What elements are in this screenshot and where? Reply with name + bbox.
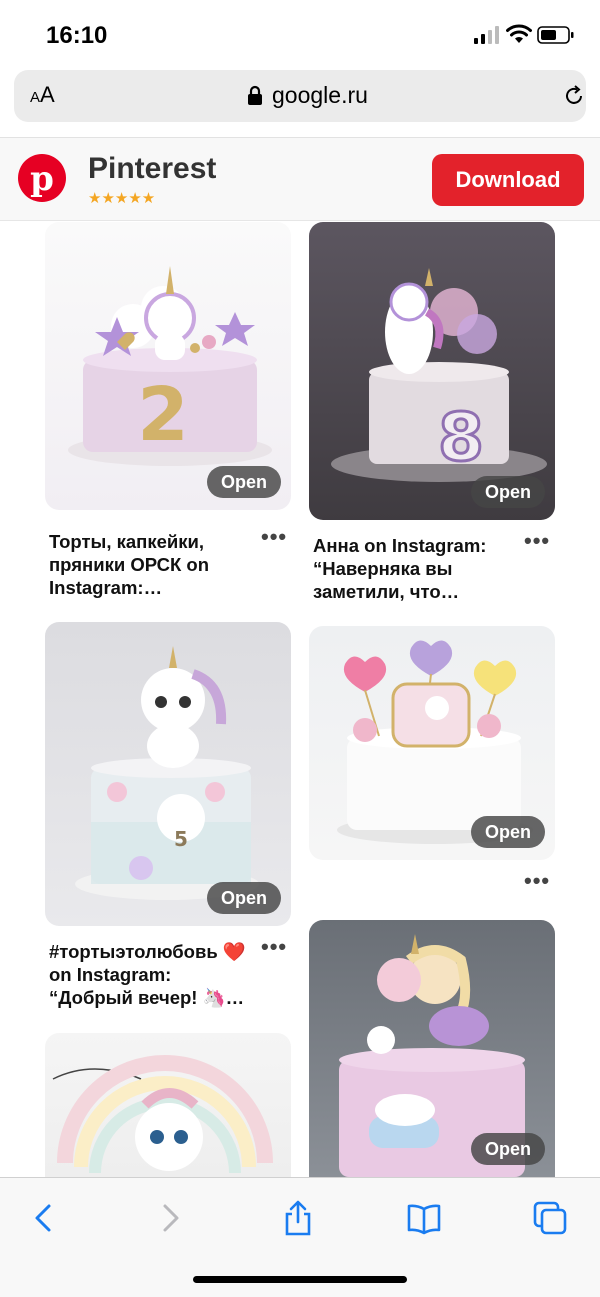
pin-title[interactable]: Анна on Instagram: “Наверняка вы заметил…	[313, 534, 513, 603]
open-button[interactable]: Open	[207, 466, 281, 498]
cake-illustration	[52, 1055, 273, 1174]
lock-icon	[248, 85, 262, 105]
app-name: Pinterest	[88, 152, 217, 185]
svg-text:p: p	[30, 159, 54, 199]
status-bar: 16:10	[0, 0, 600, 68]
status-time: 16:10	[46, 22, 108, 49]
more-options-icon[interactable]: •••	[524, 868, 550, 894]
text-size-button[interactable]: AA	[30, 82, 55, 108]
pin-title[interactable]: #тортыэтолюбовь ❤️ on Instagram: “Добрый…	[49, 940, 259, 1009]
back-icon[interactable]	[26, 1200, 62, 1236]
forward-icon[interactable]	[152, 1200, 188, 1236]
open-button[interactable]: Open	[471, 1133, 545, 1165]
cake-illustration: 5	[75, 646, 259, 900]
cake-number: 8	[438, 399, 484, 476]
open-button[interactable]: Open	[207, 882, 281, 914]
pin-image[interactable]: Open	[309, 920, 555, 1177]
download-button[interactable]: Download	[432, 154, 584, 206]
pin-title[interactable]: Торты, капкейки, пряники ОРСК on Instagr…	[49, 530, 249, 599]
cake-number: 5	[174, 827, 188, 851]
open-button[interactable]: Open	[471, 816, 545, 848]
pin-image[interactable]: 5 Open	[45, 622, 291, 926]
book-icon[interactable]	[406, 1200, 442, 1236]
pin-image[interactable]: 2 Open	[45, 222, 291, 510]
open-button[interactable]: Open	[471, 476, 545, 508]
home-indicator[interactable]	[193, 1276, 407, 1283]
pin-image[interactable]: 8 Open	[309, 222, 555, 520]
cellular-signal-icon	[474, 26, 499, 44]
app-install-banner: p Pinterest ★★★★★ Download	[0, 137, 600, 221]
share-icon[interactable]	[280, 1200, 316, 1236]
battery-icon	[537, 26, 574, 44]
pin-image[interactable]: Open	[309, 626, 555, 860]
cake-number: 2	[137, 372, 189, 458]
address-bar[interactable]: AA google.ru	[14, 70, 586, 122]
more-options-icon[interactable]: •••	[524, 528, 550, 554]
more-options-icon[interactable]: •••	[261, 934, 287, 960]
pin-image[interactable]	[45, 1033, 291, 1177]
more-options-icon[interactable]: •••	[261, 524, 287, 550]
rating-stars: ★★★★★	[88, 190, 156, 207]
wifi-icon	[506, 24, 532, 43]
reload-icon[interactable]	[562, 84, 586, 108]
url-text[interactable]: google.ru	[272, 82, 368, 109]
tabs-icon[interactable]	[532, 1200, 568, 1236]
pinterest-logo-icon: p	[18, 154, 66, 202]
